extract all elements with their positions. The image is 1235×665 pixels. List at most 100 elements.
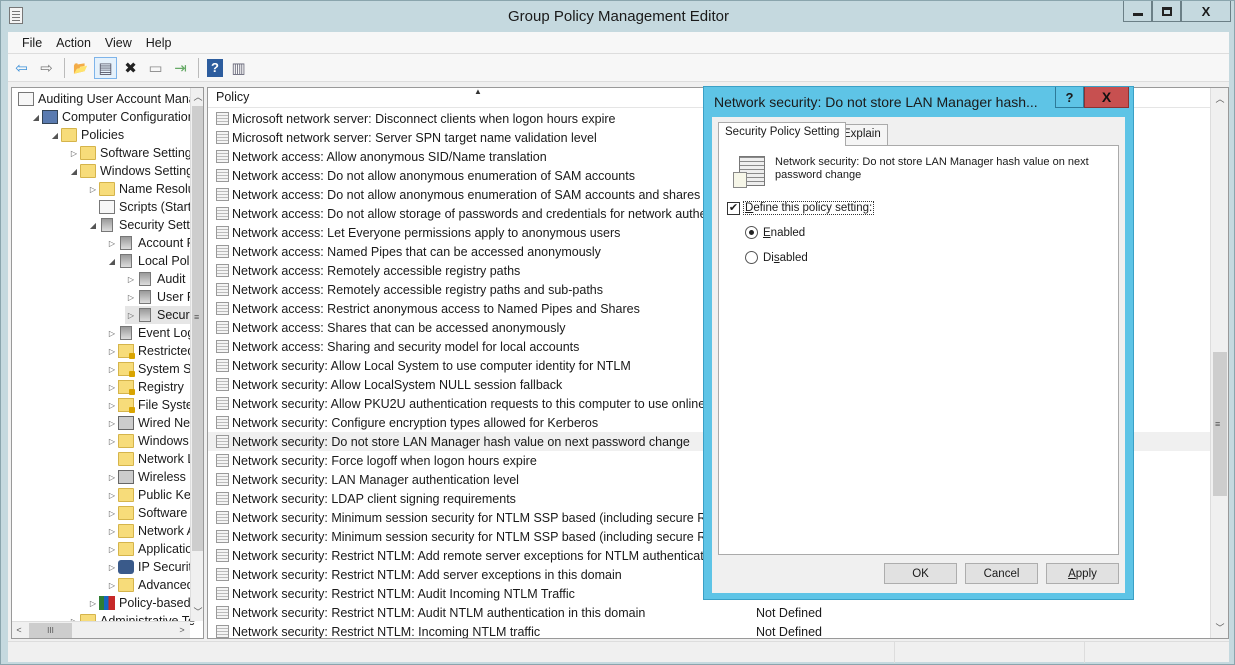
tree-item[interactable]: ▷ Software Settings — [68, 144, 198, 162]
enabled-radio-row[interactable]: Enabled — [745, 226, 805, 239]
tree-item[interactable]: ▷ Windows I — [106, 432, 196, 450]
tree-item[interactable]: ▷ Securit — [125, 306, 196, 324]
expand-arrow-icon[interactable]: ▷ — [106, 383, 118, 392]
delete-button[interactable]: ✖ — [119, 57, 142, 79]
tree-item[interactable]: Scripts (Startu — [87, 198, 198, 216]
expand-arrow-icon[interactable]: ▷ — [68, 149, 80, 158]
tree-item[interactable]: ▷ Name Resolut — [87, 180, 198, 198]
scroll-right-icon[interactable]: > — [175, 622, 189, 638]
back-button[interactable]: ⇦ — [10, 57, 33, 79]
menu-action[interactable]: Action — [49, 36, 98, 50]
tree-item[interactable]: Network L — [106, 450, 194, 468]
enabled-radio[interactable] — [745, 226, 758, 239]
expand-arrow-icon[interactable]: ▷ — [125, 293, 137, 302]
menu-view[interactable]: View — [98, 36, 139, 50]
define-policy-label[interactable]: Define this policy setting: — [743, 201, 875, 215]
expand-arrow-icon[interactable]: ▷ — [87, 185, 99, 194]
dialog-title[interactable]: Network security: Do not store LAN Manag… — [714, 94, 1038, 110]
tree-item[interactable]: ▷ Policy-based ( — [87, 594, 198, 612]
define-policy-checkbox[interactable]: ✔ — [727, 201, 740, 215]
tree-item[interactable]: ◢ Windows Settings — [68, 162, 199, 180]
expand-arrow-icon[interactable]: ▷ — [106, 563, 118, 572]
tree-item[interactable]: ▷ Restricted — [106, 342, 194, 360]
up-one-level-button[interactable]: 📂 — [69, 57, 92, 79]
enabled-label[interactable]: Enabled — [763, 227, 805, 239]
export-list-button[interactable]: ⇥ — [169, 57, 192, 79]
tree-item[interactable]: ▷ IP Security — [106, 558, 198, 576]
list-vertical-scrollbar[interactable]: ︿ ≡ ﹀ — [1210, 88, 1228, 638]
expand-arrow-icon[interactable]: ▷ — [106, 347, 118, 356]
expand-arrow-icon[interactable]: ▷ — [125, 275, 137, 284]
expand-arrow-icon[interactable]: ▷ — [125, 311, 137, 320]
tab-security-policy-setting[interactable]: Security Policy Setting — [718, 122, 847, 146]
expand-arrow-icon[interactable]: ▷ — [106, 509, 118, 518]
apply-button[interactable]: Apply — [1046, 563, 1119, 584]
collapse-arrow-icon[interactable]: ◢ — [68, 167, 80, 176]
collapse-arrow-icon[interactable]: ◢ — [30, 113, 42, 122]
tree-item[interactable]: ▷ File Systen — [106, 396, 200, 414]
tree-item[interactable]: ▷ Wireless N — [106, 468, 198, 486]
tree-item[interactable]: ◢ Computer Configuration — [30, 108, 195, 126]
collapse-arrow-icon[interactable]: ◢ — [106, 257, 118, 266]
scroll-down-icon[interactable]: ﹀ — [1213, 619, 1227, 636]
help-button[interactable]: ? — [207, 58, 223, 77]
tree-horizontal-scrollbar[interactable]: < III > — [12, 621, 190, 638]
expand-arrow-icon[interactable]: ▷ — [106, 491, 118, 500]
tree-item[interactable]: ▷ Advanced — [106, 576, 194, 594]
show-hide-tree-button[interactable]: ▤ — [94, 56, 117, 79]
tree-item[interactable]: ▷ Event Log — [106, 324, 194, 342]
tree-scroll-thumb[interactable] — [192, 106, 203, 551]
close-button[interactable]: X — [1181, 1, 1231, 22]
tree-item[interactable]: ▷ Network A — [106, 522, 195, 540]
dialog-help-button[interactable]: ? — [1055, 87, 1084, 108]
disabled-radio[interactable] — [745, 251, 758, 264]
tree-hscroll-thumb[interactable]: III — [29, 623, 72, 638]
expand-arrow-icon[interactable]: ▷ — [87, 599, 99, 608]
tree-item[interactable]: Auditing User Account Mana — [18, 90, 196, 108]
expand-arrow-icon[interactable]: ▷ — [106, 545, 118, 554]
expand-arrow-icon[interactable]: ▷ — [106, 437, 118, 446]
tree-item[interactable]: ▷ Audit P — [125, 270, 197, 288]
tree-item[interactable]: ▷ System Se — [106, 360, 198, 378]
properties-button[interactable]: ▭ — [144, 57, 167, 79]
scroll-left-icon[interactable]: < — [12, 622, 26, 638]
collapse-arrow-icon[interactable]: ◢ — [49, 131, 61, 140]
policy-row[interactable]: Network security: Restrict NTLM: Incomin… — [208, 622, 1211, 638]
forward-button[interactable]: ⇨ — [35, 57, 58, 79]
expand-arrow-icon[interactable]: ▷ — [106, 473, 118, 482]
maximize-button[interactable] — [1152, 1, 1181, 22]
expand-arrow-icon[interactable]: ▷ — [106, 581, 118, 590]
tree-item[interactable]: ▷ Software R — [106, 504, 200, 522]
tree-item[interactable]: ▷ Account P — [106, 234, 195, 252]
define-policy-checkbox-row[interactable]: ✔ Define this policy setting: — [727, 201, 875, 215]
disabled-radio-row[interactable]: Disabled — [745, 251, 808, 264]
title-bar[interactable]: Group Policy Management Editor X — [1, 1, 1235, 31]
tree-item[interactable]: ◢ Policies — [49, 126, 124, 144]
tree-item[interactable]: ◢ Local Polic — [106, 252, 198, 270]
tree-item[interactable]: ▷ Wired Net — [106, 414, 194, 432]
menu-file[interactable]: File — [15, 36, 49, 50]
expand-arrow-icon[interactable]: ▷ — [106, 329, 118, 338]
minimize-button[interactable] — [1123, 1, 1152, 22]
expand-arrow-icon[interactable]: ▷ — [106, 239, 118, 248]
expand-arrow-icon[interactable]: ▷ — [106, 365, 118, 374]
expand-arrow-icon[interactable]: ▷ — [106, 419, 118, 428]
ok-button[interactable]: OK — [884, 563, 957, 584]
scroll-up-icon[interactable]: ︿ — [191, 88, 203, 105]
policy-row[interactable]: Network security: Restrict NTLM: Audit N… — [208, 603, 1211, 622]
expand-arrow-icon[interactable]: ▷ — [106, 527, 118, 536]
tree-item[interactable]: ▷ Applicatio — [106, 540, 192, 558]
disabled-label[interactable]: Disabled — [763, 252, 808, 264]
collapse-arrow-icon[interactable]: ◢ — [87, 221, 99, 230]
tree-item[interactable]: ◢ Security Settin — [87, 216, 200, 234]
scroll-down-icon[interactable]: ﹀ — [191, 603, 203, 620]
menu-help[interactable]: Help — [139, 36, 179, 50]
tree-item[interactable]: ▷ Public Key — [106, 486, 197, 504]
tree-vertical-scrollbar[interactable]: ︿ ≡ ﹀ — [190, 88, 203, 621]
tree-item[interactable]: ▷ User Ri — [125, 288, 199, 306]
expand-arrow-icon[interactable]: ▷ — [106, 401, 118, 410]
scroll-up-icon[interactable]: ︿ — [1213, 90, 1227, 107]
cancel-button[interactable]: Cancel — [965, 563, 1038, 584]
tree-item[interactable]: ▷ Registry — [106, 378, 184, 396]
show-action-pane-button[interactable]: ▥ — [227, 57, 250, 79]
